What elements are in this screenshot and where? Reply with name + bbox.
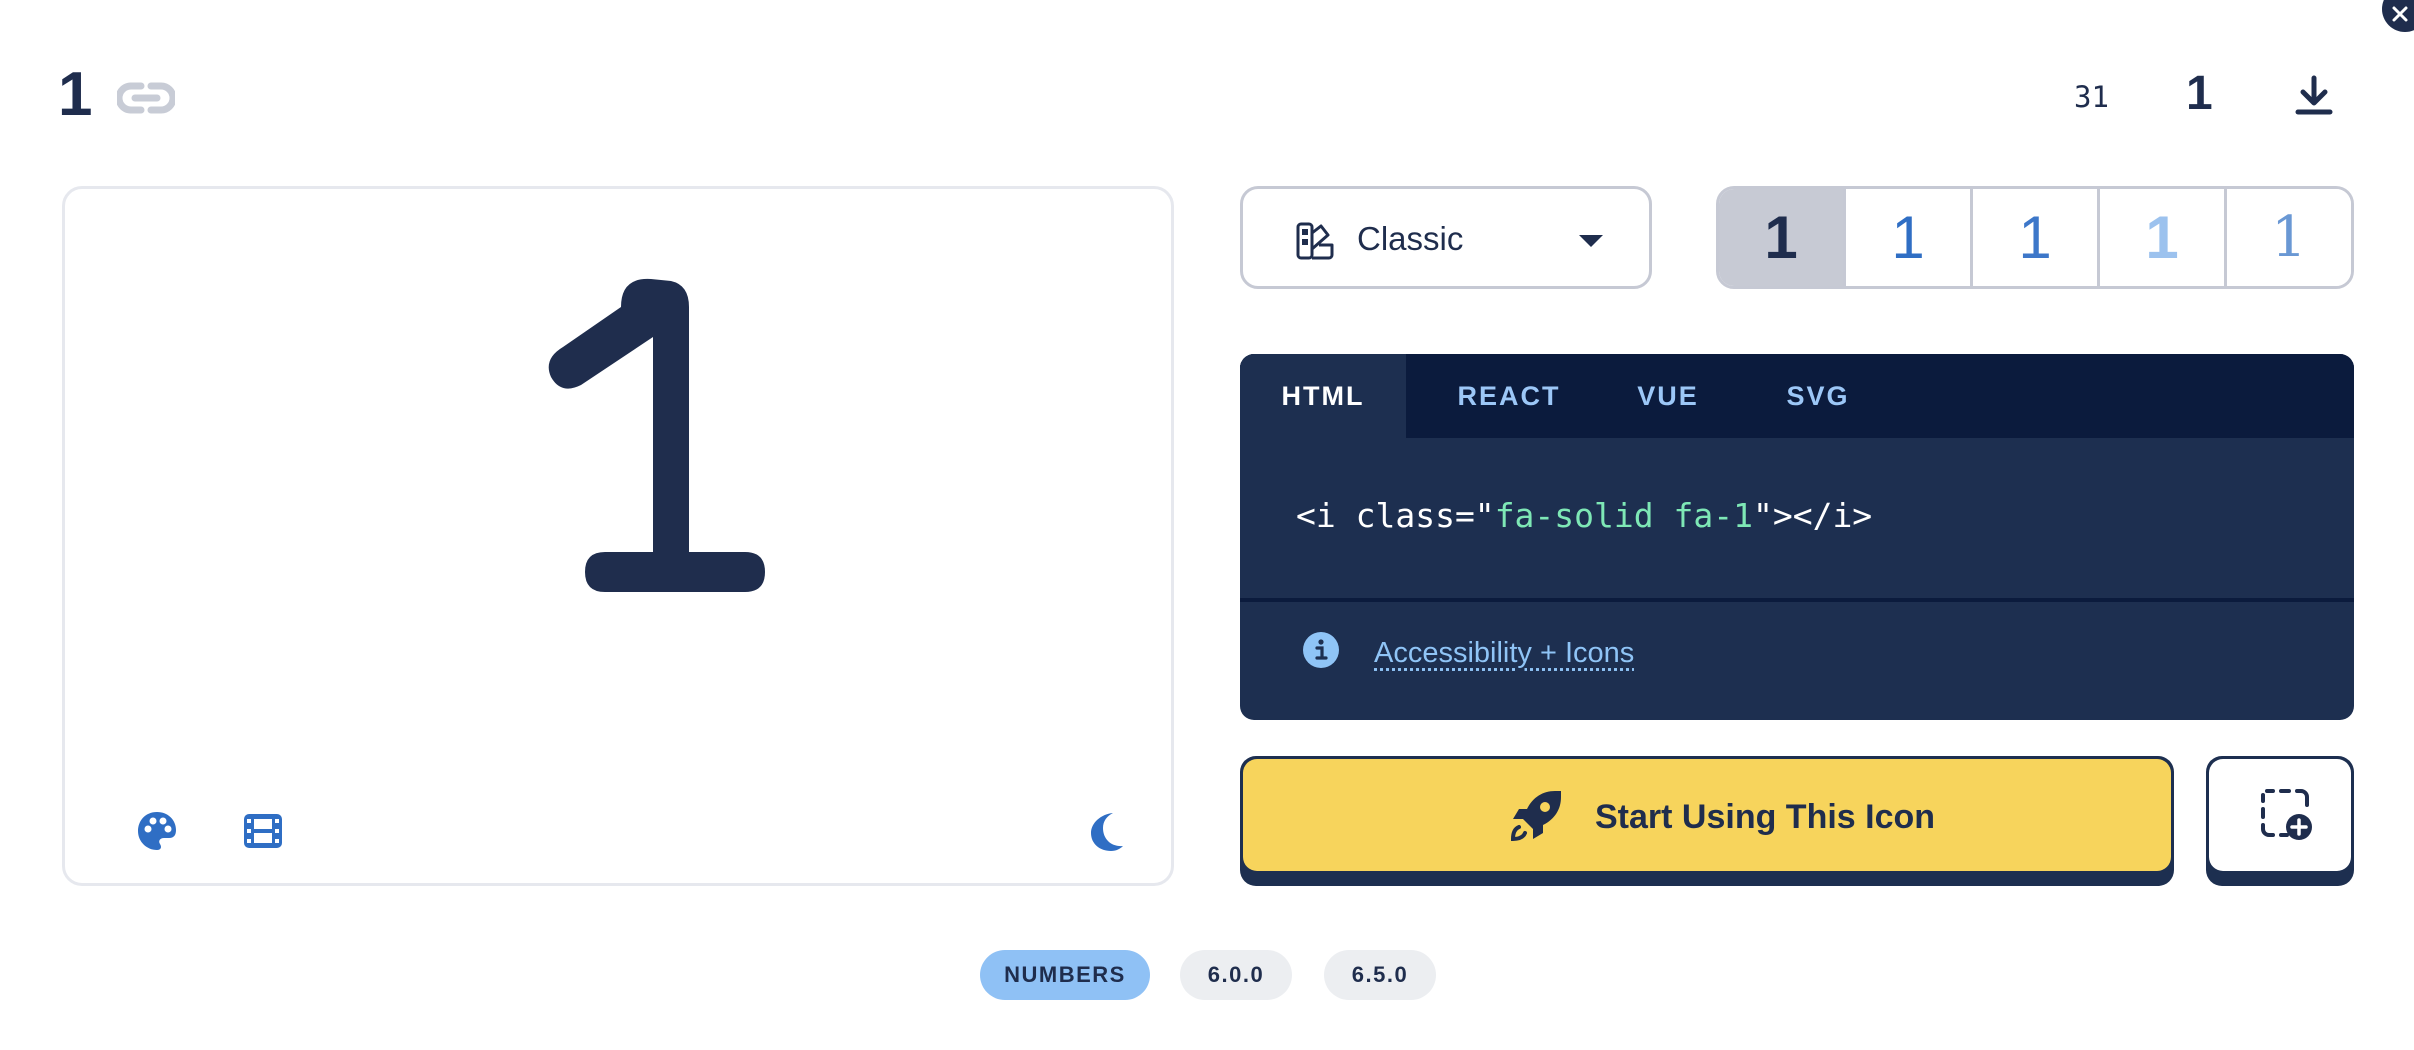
tab-svg[interactable]: SVG (1770, 354, 1866, 438)
code-panel: HTML REACT VUE SVG <i class="fa-solid fa… (1240, 354, 2354, 720)
palette-icon (135, 809, 179, 853)
tab-vue[interactable]: VUE (1620, 354, 1716, 438)
tab-react[interactable]: REACT (1444, 354, 1574, 438)
family-option-duotone[interactable]: 1 (2097, 189, 2224, 286)
style-select-label: Classic (1357, 219, 1463, 259)
tag-category[interactable]: NUMBERS (980, 950, 1150, 1000)
add-to-kit-button[interactable] (2206, 756, 2354, 886)
link-icon[interactable] (117, 78, 175, 123)
code-snippet-prefix: <i class=" (1296, 496, 1495, 535)
accessibility-link[interactable]: Accessibility + Icons (1374, 635, 1634, 671)
code-snippet-suffix: "></i> (1753, 496, 1872, 535)
palette-button[interactable] (135, 809, 179, 856)
family-toggle-group: 1 1 1 1 1 (1716, 186, 2354, 289)
tag-version[interactable]: 6.5.0 (1324, 950, 1436, 1000)
code-snippet[interactable]: <i class="fa-solid fa-1"></i> (1296, 496, 1872, 536)
download-button[interactable] (2292, 74, 2336, 118)
start-using-icon-face: Start Using This Icon (1243, 759, 2171, 871)
icon-preview-card (62, 186, 1174, 886)
download-icon (2292, 74, 2336, 118)
caret-down-icon (1577, 233, 1605, 249)
rocket-icon (1509, 787, 1565, 843)
style-select[interactable]: Classic (1240, 186, 1652, 289)
code-divider (1240, 598, 2354, 602)
family-option-regular[interactable]: 1 (1843, 189, 1970, 286)
close-icon (2390, 4, 2410, 24)
tab-html[interactable]: HTML (1240, 354, 1406, 438)
animation-button[interactable] (241, 809, 285, 856)
modal-close-button[interactable] (2382, 0, 2414, 32)
preview-glyph-icon (521, 267, 781, 607)
info-circle-icon (1302, 631, 1340, 669)
family-option-thin[interactable]: 1 (2224, 189, 2351, 286)
dark-mode-toggle[interactable] (1083, 809, 1127, 856)
film-icon (241, 809, 285, 853)
version-count: 31 (2074, 80, 2109, 114)
square-dashed-plus-icon (2259, 787, 2315, 843)
icon-title: 1 (58, 58, 92, 132)
tag-version[interactable]: 6.0.0 (1180, 950, 1292, 1000)
family-option-solid[interactable]: 1 (1719, 189, 1843, 286)
family-option-light[interactable]: 1 (1970, 189, 2097, 286)
code-tabs: HTML REACT VUE SVG (1240, 354, 2354, 438)
moon-icon (1083, 809, 1127, 853)
add-to-kit-face (2209, 759, 2351, 871)
swatchbook-icon (1295, 221, 1335, 261)
start-using-icon-button[interactable]: Start Using This Icon (1240, 756, 2174, 886)
code-snippet-class: fa-solid fa-1 (1495, 496, 1753, 535)
start-using-icon-label: Start Using This Icon (1595, 797, 1935, 837)
unicode-glyph[interactable]: 1 (2186, 64, 2213, 124)
